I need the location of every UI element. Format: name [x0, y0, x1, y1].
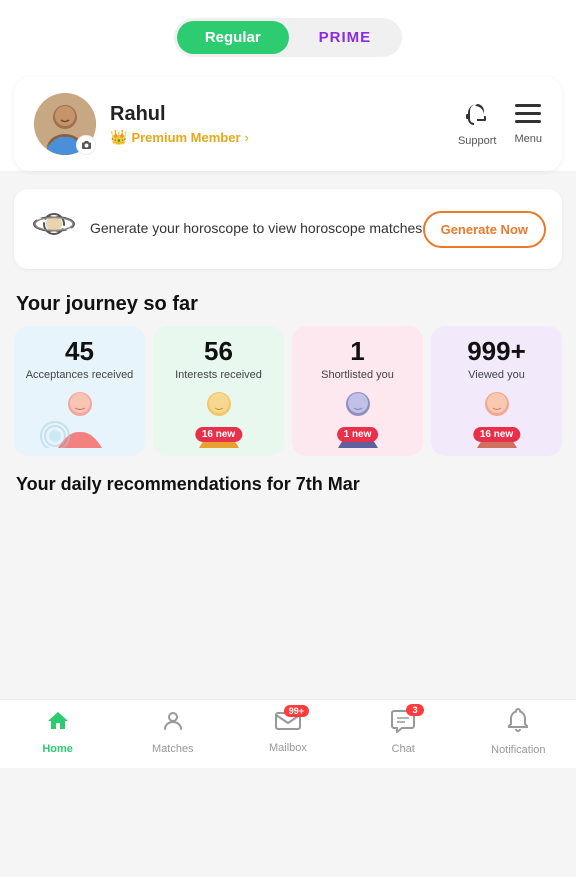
- stat-acceptances[interactable]: 45 Acceptances received: [14, 326, 145, 456]
- profile-info: Rahul 👑 Premium Member ›: [110, 103, 458, 146]
- mailbox-label: Mailbox: [269, 742, 307, 754]
- bell-icon: [507, 708, 529, 741]
- premium-text: Premium Member: [131, 130, 240, 145]
- home-icon: [46, 709, 70, 740]
- notification-icon-wrap: [507, 708, 529, 741]
- home-icon-wrap: [46, 709, 70, 740]
- main-content: Generate your horoscope to view horoscop…: [0, 179, 576, 877]
- prime-tab[interactable]: PRIME: [291, 21, 400, 54]
- menu-label: Menu: [514, 133, 542, 145]
- nav-notification[interactable]: Notification: [488, 708, 548, 756]
- chevron-icon: ›: [245, 130, 249, 145]
- matches-label: Matches: [152, 743, 194, 755]
- chat-icon-wrap: 3: [390, 709, 416, 740]
- nav-mailbox[interactable]: 99+ Mailbox: [258, 710, 318, 754]
- stat-avatar-viewed: 16 new: [439, 386, 554, 448]
- menu-icon: [515, 103, 541, 131]
- stat-avatar-shortlisted: 1 new: [300, 386, 415, 448]
- home-label: Home: [42, 743, 73, 755]
- mailbox-badge: 99+: [284, 705, 309, 717]
- regular-tab[interactable]: Regular: [177, 21, 289, 54]
- journey-title: Your journey so far: [0, 279, 576, 326]
- new-badge-shortlisted: 1 new: [337, 427, 379, 442]
- plan-toggle: Regular PRIME: [0, 0, 576, 69]
- generate-now-button[interactable]: Generate Now: [423, 211, 546, 248]
- menu-button[interactable]: Menu: [514, 103, 542, 145]
- chat-label: Chat: [392, 743, 415, 755]
- stat-avatar-acceptances: [22, 386, 137, 448]
- nav-chat[interactable]: 3 Chat: [373, 709, 433, 755]
- recommendations-title: Your daily recommendations for 7th Mar: [0, 466, 576, 501]
- support-button[interactable]: Support: [458, 101, 497, 147]
- horoscope-text: Generate your horoscope to view horoscop…: [90, 219, 423, 239]
- notification-label: Notification: [491, 744, 545, 756]
- bottom-nav: Home Matches 99+ Mailbox: [0, 699, 576, 768]
- stat-shortlisted[interactable]: 1 Shortlisted you 1 new: [292, 326, 423, 456]
- matches-icon: [161, 709, 185, 740]
- new-badge-interests: 16 new: [195, 427, 242, 442]
- premium-badge[interactable]: 👑 Premium Member ›: [110, 129, 458, 146]
- saturn-icon: [30, 203, 78, 255]
- nav-home[interactable]: Home: [28, 709, 88, 755]
- stat-label-shortlisted: Shortlisted you: [300, 368, 415, 382]
- horoscope-banner: Generate your horoscope to view horoscop…: [14, 189, 562, 269]
- profile-actions: Support Menu: [458, 101, 542, 147]
- stat-number-interests: 56: [161, 338, 276, 364]
- crown-icon: 👑: [110, 129, 127, 146]
- chat-badge: 3: [406, 704, 424, 716]
- stat-viewed[interactable]: 999+ Viewed you 16 new: [431, 326, 562, 456]
- stat-label-viewed: Viewed you: [439, 368, 554, 382]
- stat-number-viewed: 999+: [439, 338, 554, 364]
- toggle-container: Regular PRIME: [174, 18, 402, 57]
- profile-name: Rahul: [110, 103, 458, 126]
- nav-matches[interactable]: Matches: [143, 709, 203, 755]
- mailbox-icon-wrap: 99+: [275, 710, 301, 739]
- stat-label-acceptances: Acceptances received: [22, 368, 137, 382]
- profile-card: Rahul 👑 Premium Member › Support: [14, 77, 562, 171]
- headset-icon: [464, 101, 490, 133]
- stat-label-interests: Interests received: [161, 368, 276, 382]
- stats-grid: 45 Acceptances received 56 Interests rec…: [0, 326, 576, 466]
- avatar[interactable]: [34, 93, 96, 155]
- matches-icon-wrap: [161, 709, 185, 740]
- stat-number-shortlisted: 1: [300, 338, 415, 364]
- stat-avatar-interests: 16 new: [161, 386, 276, 448]
- stat-number-acceptances: 45: [22, 338, 137, 364]
- new-badge-viewed: 16 new: [473, 427, 520, 442]
- support-label: Support: [458, 135, 497, 147]
- stat-interests[interactable]: 56 Interests received 16 new: [153, 326, 284, 456]
- camera-icon[interactable]: [76, 135, 96, 155]
